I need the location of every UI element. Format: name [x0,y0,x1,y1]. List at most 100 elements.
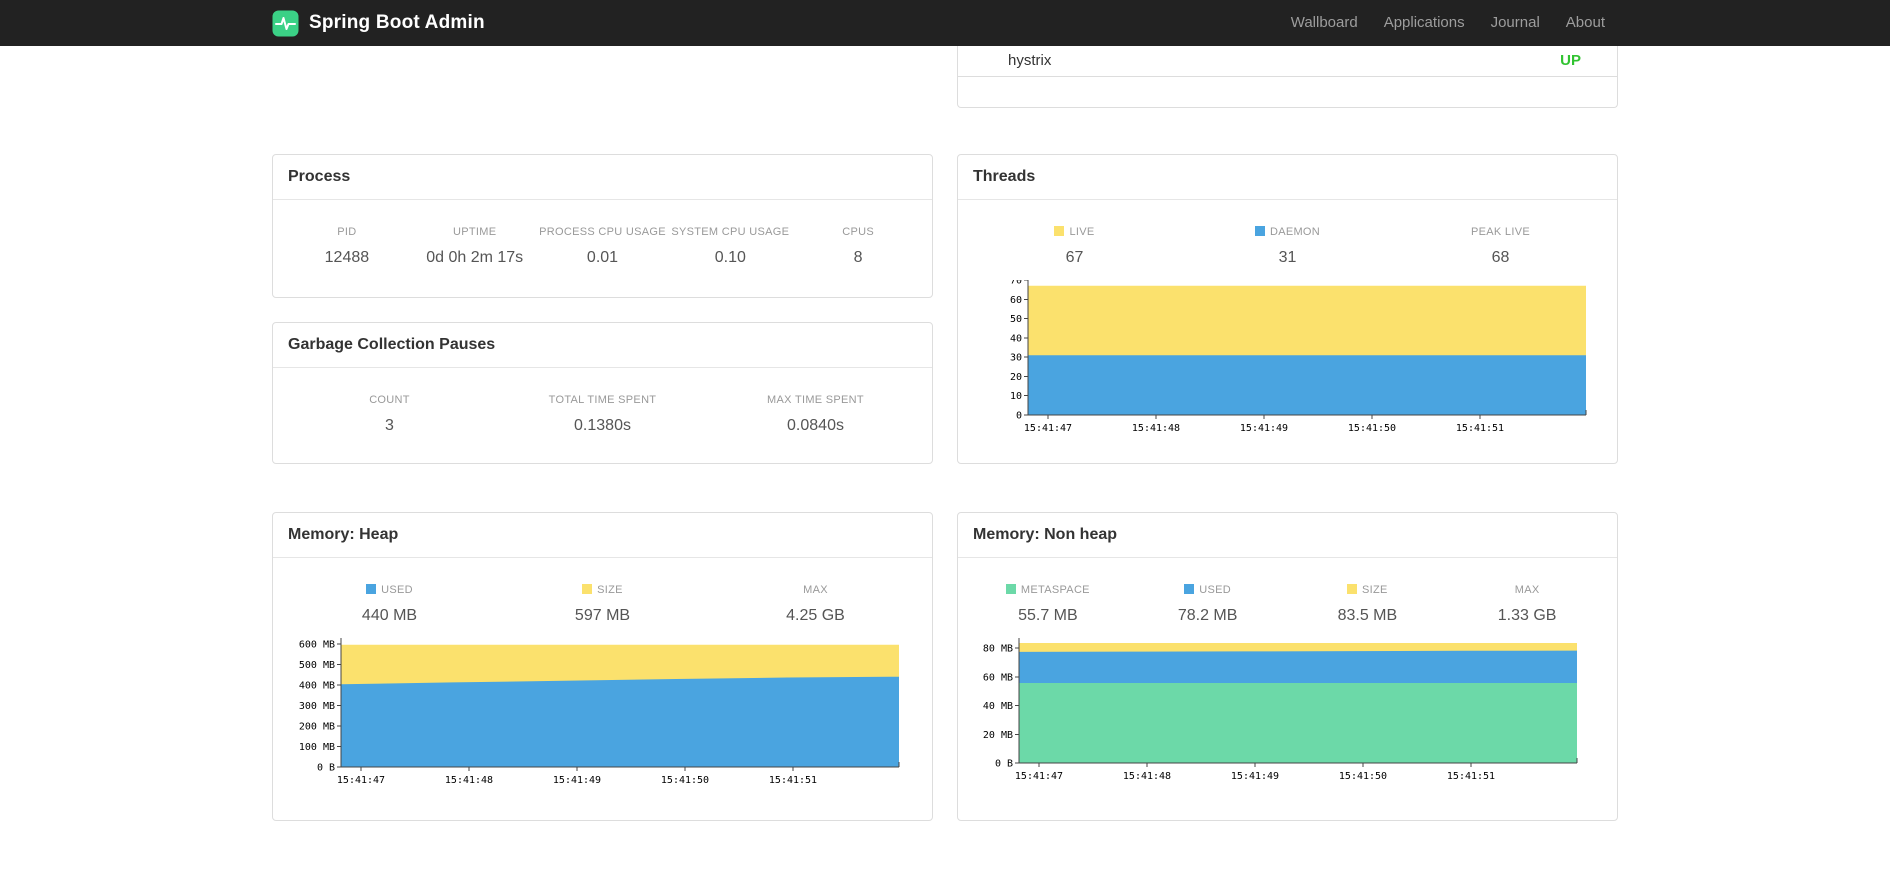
stat-threads-peak-live: PEAK LIVE 68 [1394,226,1607,267]
stat-label: DAEMON [1181,226,1394,238]
brand[interactable]: Spring Boot Admin [272,10,485,37]
stat-label: SIZE [1288,584,1448,596]
stat-value: 3 [385,417,394,434]
svg-text:0 B: 0 B [317,763,335,774]
svg-text:15:41:51: 15:41:51 [1447,771,1495,782]
stat-label: COUNT [369,394,410,406]
svg-text:30: 30 [1010,353,1022,364]
svg-text:300 MB: 300 MB [299,701,335,712]
svg-text:200 MB: 200 MB [299,722,335,733]
stat-label: CPUS [842,226,874,238]
svg-text:15:41:47: 15:41:47 [1024,423,1072,434]
stat-label: MAX TIME SPENT [767,394,864,406]
status-badge: UP [1560,52,1581,69]
svg-text:15:41:49: 15:41:49 [553,775,601,786]
stat-label: MAX [1514,584,1540,596]
svg-text:60 MB: 60 MB [983,672,1013,683]
svg-text:80 MB: 80 MB [983,644,1013,655]
nonheap-legend: METASPACE 55.7 MB USED 78.2 MB SIZE 83.5… [958,558,1617,625]
stat-pid: PID 12488 [283,226,411,267]
stat-gc-max-time: MAX TIME SPENT 0.0840s [709,394,922,435]
stat-uptime: UPTIME 0d 0h 2m 17s [411,226,539,267]
svg-text:15:41:47: 15:41:47 [337,775,385,786]
stat-threads-live: LIVE 67 [968,226,1181,267]
stat-label: SIZE [496,584,709,596]
stat-cpus: CPUS 8 [794,226,922,267]
legend-swatch-used-icon [1184,584,1195,594]
stat-nonheap-metaspace: METASPACE 55.7 MB [968,584,1128,625]
stat-system-cpu-usage: SYSTEM CPU USAGE 0.10 [666,226,794,267]
memory-heap-panel-title: Memory: Heap [273,513,932,558]
svg-text:10: 10 [1010,391,1022,402]
stat-heap-size: SIZE 597 MB [496,584,709,625]
stat-value: 597 MB [574,607,631,624]
legend-swatch-live-icon [1054,226,1065,236]
garbage-collection-panel: Garbage Collection Pauses COUNT 3 TOTAL … [272,322,933,464]
svg-text:500 MB: 500 MB [299,660,335,671]
health-row-hystrix: hystrix UP [958,46,1617,77]
stat-label: MAX [803,584,828,596]
svg-text:15:41:49: 15:41:49 [1240,423,1288,434]
stat-label: UPTIME [453,226,497,238]
garbage-collection-panel-title: Garbage Collection Pauses [273,323,932,368]
legend-swatch-size-icon [582,584,593,594]
nav-item-about[interactable]: About [1553,0,1618,46]
svg-text:600 MB: 600 MB [299,640,335,651]
stat-label: PROCESS CPU USAGE [539,226,666,238]
svg-text:15:41:51: 15:41:51 [769,775,817,786]
stat-label: USED [283,584,496,596]
stat-threads-daemon: DAEMON 31 [1181,226,1394,267]
svg-text:50: 50 [1010,314,1022,325]
process-stats: PID 12488 UPTIME 0d 0h 2m 17s PROCESS CP… [273,200,932,295]
svg-text:15:41:50: 15:41:50 [661,775,709,786]
svg-text:15:41:49: 15:41:49 [1231,771,1279,782]
stat-label: PID [337,226,357,238]
stat-value: 31 [1278,249,1297,266]
stat-label: LIVE [968,226,1181,238]
svg-text:0 B: 0 B [995,759,1013,770]
stat-value: 440 MB [361,607,418,624]
stat-value: 1.33 GB [1497,607,1557,624]
stat-nonheap-size: SIZE 83.5 MB [1288,584,1448,625]
stat-nonheap-used: USED 78.2 MB [1128,584,1288,625]
legend-swatch-size-icon [1347,584,1358,594]
nav-item-applications[interactable]: Applications [1371,0,1478,46]
memory-nonheap-panel-title: Memory: Non heap [958,513,1617,558]
stat-nonheap-max: MAX 1.33 GB [1447,584,1607,625]
svg-text:40: 40 [1010,333,1022,344]
stat-label: METASPACE [968,584,1128,596]
stat-label: SYSTEM CPU USAGE [671,226,790,238]
health-item-name: hystrix [1008,52,1052,69]
stat-value: 83.5 MB [1337,607,1398,624]
stat-value: 0.0840s [787,417,844,434]
threads-chart: 0 10 20 30 40 50 60 70 15:41:47 15:41:48 15:41:49 1… [958,276,1617,444]
main-content: Process PID 12488 UPTIME 0d 0h 2m 17s PR… [272,46,1618,821]
stat-value: 0.01 [586,249,619,266]
threads-panel: Threads LIVE 67 DAEMON 31 PEAK LIVE 68 0… [957,154,1618,464]
svg-text:100 MB: 100 MB [299,742,335,753]
stat-label: TOTAL TIME SPENT [548,394,657,406]
threads-legend: LIVE 67 DAEMON 31 PEAK LIVE 68 [958,200,1617,267]
memory-nonheap-chart: 0 B 20 MB 40 MB 60 MB 80 MB 15:41:47 15:41:48 1… [958,638,1617,792]
stat-value: 55.7 MB [1018,607,1078,624]
gc-stats: COUNT 3 TOTAL TIME SPENT 0.1380s MAX TIM… [273,368,932,463]
spring-boot-admin-logo-icon [272,10,299,36]
memory-nonheap-panel: Memory: Non heap METASPACE 55.7 MB USED … [957,512,1618,821]
process-panel: Process PID 12488 UPTIME 0d 0h 2m 17s PR… [272,154,933,298]
nav-item-wallboard[interactable]: Wallboard [1278,0,1371,46]
nav-item-journal[interactable]: Journal [1478,0,1553,46]
threads-panel-title: Threads [958,155,1617,200]
stat-process-cpu-usage: PROCESS CPU USAGE 0.01 [539,226,667,267]
legend-swatch-used-icon [366,584,377,594]
svg-text:15:41:48: 15:41:48 [1132,423,1180,434]
health-panel-fragment: hystrix UP [957,46,1618,108]
svg-text:60: 60 [1010,295,1022,306]
stat-value: 68 [1491,249,1510,266]
svg-text:40 MB: 40 MB [983,701,1013,712]
stat-value: 8 [853,249,863,266]
svg-text:70: 70 [1010,280,1022,287]
left-column: Process PID 12488 UPTIME 0d 0h 2m 17s PR… [272,46,933,821]
svg-text:15:41:48: 15:41:48 [1123,771,1171,782]
stat-value: 67 [1065,249,1084,266]
brand-title: Spring Boot Admin [309,12,485,33]
